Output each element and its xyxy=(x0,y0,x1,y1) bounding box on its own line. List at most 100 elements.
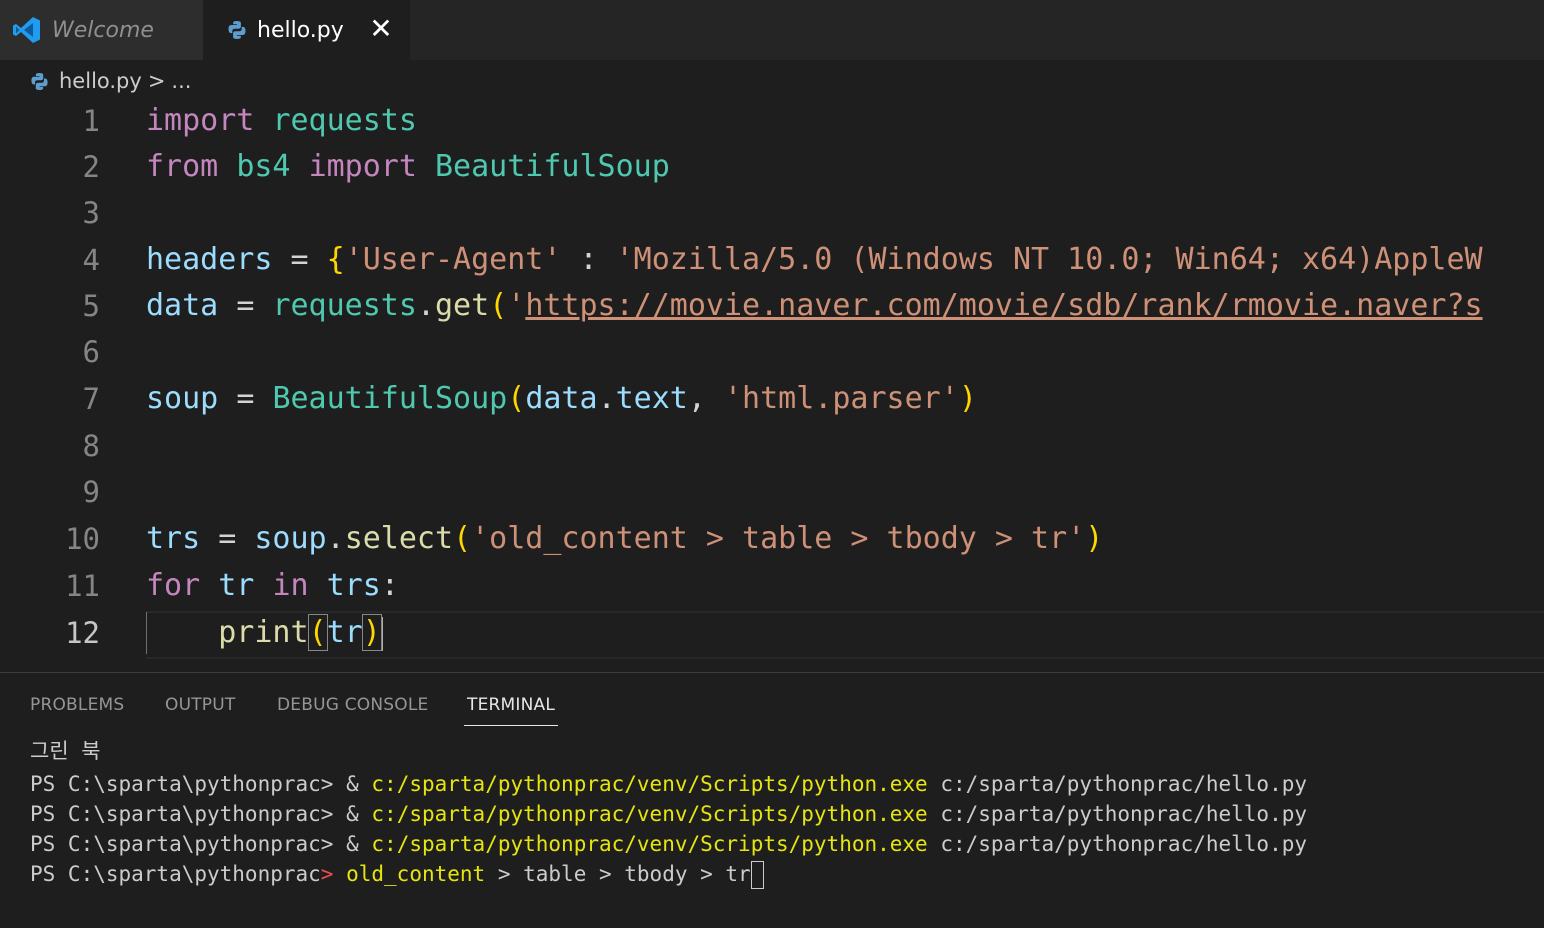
code-line-active: 12 print(tr) xyxy=(0,610,1544,656)
code-token: : xyxy=(380,568,399,603)
line-number: 6 xyxy=(82,335,100,369)
code-token: headers xyxy=(146,242,273,277)
line-number: 1 xyxy=(82,104,100,138)
code-text: data = requests.get('https://movie.naver… xyxy=(146,283,1483,329)
code-token: . xyxy=(416,288,435,323)
code-token: = xyxy=(236,381,255,416)
terminal-script: c:/sparta/pythonprac/hello.py xyxy=(940,802,1308,826)
terminal-prompt: PS C:\sparta\pythonprac> xyxy=(30,802,334,826)
breadcrumb: hello.py > ... xyxy=(30,64,191,98)
vscode-logo-icon xyxy=(13,17,40,43)
python-file-icon xyxy=(228,21,246,39)
code-token: ( xyxy=(489,288,508,323)
line-number: 10 xyxy=(65,522,100,556)
code-token: for xyxy=(146,568,201,603)
code-token: = xyxy=(236,288,255,323)
code-token: soup xyxy=(146,381,219,416)
code-token: ( xyxy=(453,521,472,556)
tab-problems[interactable]: PROBLEMS xyxy=(30,695,124,715)
terminal-exe: c:/sparta/pythonprac/venv/Scripts/python… xyxy=(371,832,928,856)
code-line: 3 xyxy=(0,190,1544,236)
url-link[interactable]: https://movie.naver.com/movie/sdb/rank/r… xyxy=(525,288,1482,323)
code-token: { xyxy=(326,242,345,277)
tab-welcome-label: Welcome xyxy=(52,17,154,43)
code-text: print(tr) xyxy=(146,610,383,656)
line-number: 11 xyxy=(65,569,100,603)
code-line: 1 import requests xyxy=(0,98,1544,144)
tab-output[interactable]: OUTPUT xyxy=(165,695,236,715)
tab-welcome[interactable]: Welcome xyxy=(0,0,203,60)
code-token: , xyxy=(687,381,706,416)
code-token: 'User-Agent' xyxy=(344,242,562,277)
line-number: 3 xyxy=(82,196,100,230)
tab-debug-console[interactable]: DEBUG CONSOLE xyxy=(277,695,428,715)
code-token: : xyxy=(579,242,598,277)
line-number: 2 xyxy=(82,150,100,184)
code-token: ( xyxy=(307,614,328,651)
line-number: 8 xyxy=(82,429,100,463)
terminal-cursor xyxy=(750,861,764,889)
code-line: 4 headers = {'User-Agent' : 'Mozilla/5.0… xyxy=(0,237,1544,283)
code-token: requests xyxy=(272,288,417,323)
tab-hello-label: hello.py xyxy=(257,17,344,43)
terminal-exe: c:/sparta/pythonprac/venv/Scripts/python… xyxy=(371,772,928,796)
terminal-amp: & xyxy=(346,772,359,796)
code-editor[interactable]: 1 import requests 2 from bs4 import Beau… xyxy=(0,98,1544,664)
terminal-prompt-arrow: > xyxy=(320,862,334,886)
code-token: import xyxy=(308,149,417,184)
terminal-line: PS C:\sparta\pythonprac> & c:/sparta/pyt… xyxy=(30,829,1307,859)
tab-terminal[interactable]: TERMINAL xyxy=(464,695,559,726)
code-token: 'Mozilla/5.0 (Windows NT 10.0; Win64; x6… xyxy=(615,242,1483,277)
code-token: soup xyxy=(254,521,327,556)
code-token: get xyxy=(435,288,490,323)
terminal-line: PS C:\sparta\pythonprac> & c:/sparta/pyt… xyxy=(30,799,1307,829)
line-number: 12 xyxy=(65,616,100,650)
code-token: 'html.parser' xyxy=(724,381,959,416)
bottom-panel: PROBLEMS OUTPUT DEBUG CONSOLE TERMINAL 그… xyxy=(0,672,1544,928)
breadcrumb-file[interactable]: hello.py xyxy=(59,69,142,93)
terminal-args: > table > tbody > tr xyxy=(485,862,751,886)
tab-hello-py[interactable]: hello.py ✕ xyxy=(203,0,410,60)
code-text: trs = soup.select('old_content > table >… xyxy=(146,516,1103,562)
terminal-input-line[interactable]: PS C:\sparta\pythonprac> old_content > t… xyxy=(30,859,764,889)
code-line: 2 from bs4 import BeautifulSoup xyxy=(0,144,1544,190)
code-token: from xyxy=(146,149,219,184)
breadcrumb-more[interactable]: ... xyxy=(171,69,191,93)
line-number: 5 xyxy=(82,289,100,323)
terminal-prompt: PS C:\sparta\pythonprac> xyxy=(30,772,334,796)
code-token: trs xyxy=(146,521,201,556)
editor-tab-bar: Welcome hello.py ✕ xyxy=(0,0,1544,60)
code-token: in xyxy=(272,568,309,603)
terminal-prompt: PS C:\sparta\pythonprac> xyxy=(30,832,334,856)
code-token: data xyxy=(525,381,598,416)
code-token: trs xyxy=(326,568,381,603)
code-text: import requests xyxy=(146,98,417,144)
code-token: text xyxy=(615,381,688,416)
code-line: 8 xyxy=(0,423,1544,469)
code-token: ' xyxy=(507,288,526,323)
code-token: ) xyxy=(1085,521,1104,556)
code-token: ) xyxy=(361,614,382,651)
close-icon[interactable]: ✕ xyxy=(366,14,396,44)
code-text: soup = BeautifulSoup(data.text, 'html.pa… xyxy=(146,376,977,422)
code-token: tr xyxy=(326,615,363,650)
code-token: data xyxy=(146,288,219,323)
code-token: BeautifulSoup xyxy=(435,149,670,184)
terminal-amp: & xyxy=(346,832,359,856)
code-line: 11 for tr in trs: xyxy=(0,563,1544,609)
chevron-right-icon: > xyxy=(147,69,166,93)
line-number: 9 xyxy=(82,475,100,509)
python-file-icon xyxy=(31,72,48,90)
text-cursor xyxy=(380,616,383,651)
code-token: BeautifulSoup xyxy=(272,381,508,416)
terminal-text: 그린 북 xyxy=(30,739,101,763)
code-text: from bs4 import BeautifulSoup xyxy=(146,144,670,190)
terminal-script: c:/sparta/pythonprac/hello.py xyxy=(940,772,1308,796)
code-line: 5 data = requests.get('https://movie.nav… xyxy=(0,283,1544,329)
terminal-line: PS C:\sparta\pythonprac> & c:/sparta/pyt… xyxy=(30,769,1307,799)
terminal-prompt: PS C:\sparta\pythonprac xyxy=(30,862,321,886)
code-token: bs4 xyxy=(236,149,291,184)
code-token: import xyxy=(146,103,255,138)
code-token: 'old_content > table > tbody > tr' xyxy=(471,521,1086,556)
code-line: 7 soup = BeautifulSoup(data.text, 'html.… xyxy=(0,376,1544,422)
